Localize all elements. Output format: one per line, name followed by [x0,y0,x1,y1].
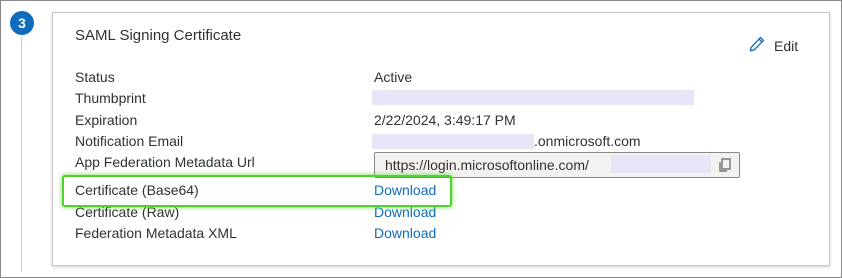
thumbprint-redacted-value [372,90,694,105]
thumbprint-label: Thumbprint [75,90,146,106]
expiration-label: Expiration [75,112,138,128]
step-connector-line [21,36,22,272]
card-title: SAML Signing Certificate [75,27,242,44]
expiration-value: 2/22/2024, 3:49:17 PM [374,112,516,128]
saml-signing-certificate-card: SAML Signing Certificate Edit Status Act… [52,12,830,266]
edit-label: Edit [774,37,799,54]
metadata-url-value: https://login.microsoftonline.com/ [385,157,589,173]
status-label: Status [75,69,115,85]
federation-xml-label: Federation Metadata XML [75,225,237,241]
metadata-url-label: App Federation Metadata Url [75,154,255,170]
notification-email-domain: .onmicrosoft.com [534,133,641,149]
status-value: Active [374,69,413,85]
copy-icon[interactable] [717,157,733,173]
pencil-icon [748,35,766,56]
edit-button[interactable]: Edit [748,35,798,56]
notification-email-redacted [372,134,534,149]
step-number-badge: 3 [10,11,34,35]
metadata-url-redacted [611,155,711,173]
notification-email-label: Notification Email [75,133,184,149]
annotation-highlight-box [62,175,452,207]
federation-xml-download-link[interactable]: Download [374,225,436,241]
